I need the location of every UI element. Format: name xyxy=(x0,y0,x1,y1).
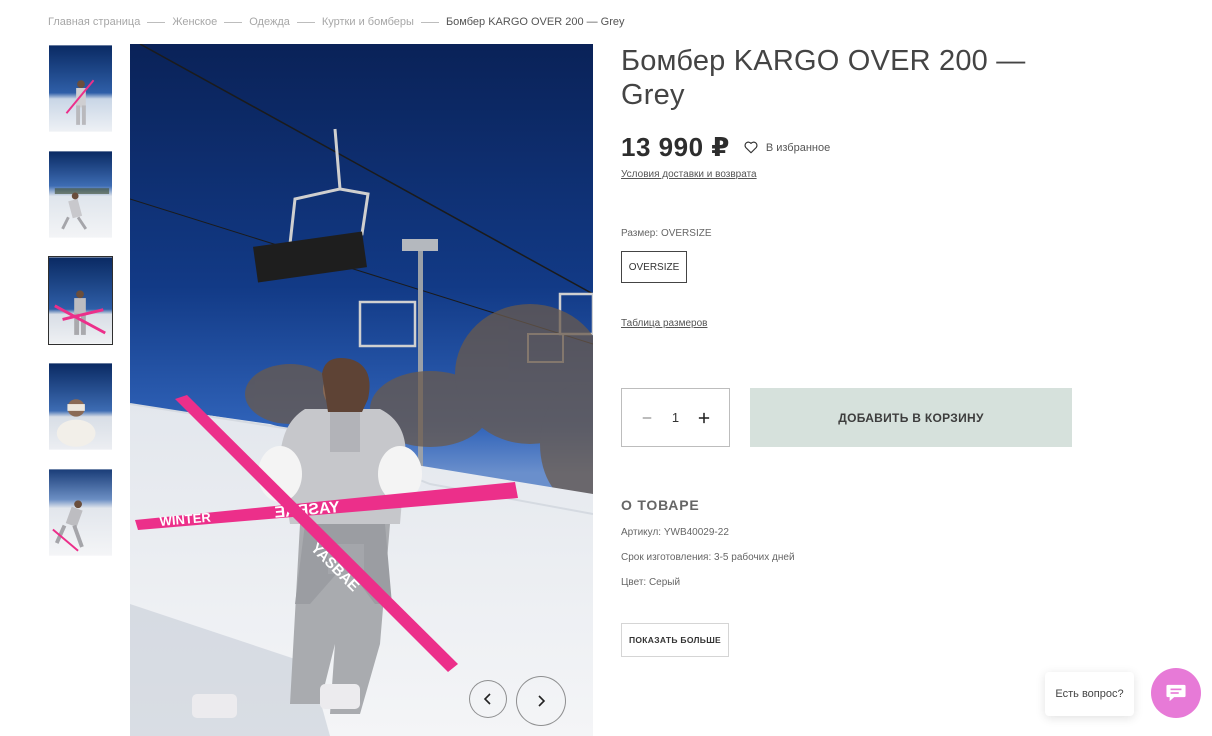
price-row: 13 990 ₽ В избранное xyxy=(621,132,1073,163)
chevron-left-icon xyxy=(483,693,491,705)
gallery-next-button[interactable] xyxy=(516,676,566,726)
thumbnail-1[interactable] xyxy=(48,44,113,133)
thumbnail-5[interactable] xyxy=(48,468,113,557)
product-price: 13 990 ₽ xyxy=(621,132,730,162)
breadcrumb-separator xyxy=(224,21,243,23)
breadcrumb: Главная страница Женское Одежда Куртки и… xyxy=(48,16,625,28)
thumbnail-photo-5 xyxy=(49,469,112,556)
breadcrumb-separator xyxy=(147,21,166,23)
size-caption-value: OVERSIZE xyxy=(660,228,712,239)
product-sku: Артикул: YWB40029-22 xyxy=(621,527,729,538)
favorites-label: В избранное xyxy=(765,141,831,154)
product-title: Бомбер KARGO OVER 200 — Grey xyxy=(621,45,1026,111)
cart-controls: 1 ДОБАВИТЬ В КОРЗИНУ xyxy=(621,388,1072,447)
thumbnail-4[interactable] xyxy=(48,362,113,451)
minus-icon xyxy=(642,416,652,419)
product-photo-scene: YASBAE WINTER YASBAE xyxy=(130,44,593,736)
about-title: О ТОВАРЕ xyxy=(621,497,700,513)
delivery-terms-link[interactable]: Условия доставки и возврата xyxy=(621,169,757,180)
breadcrumb-women[interactable]: Женское xyxy=(172,16,217,28)
thumbnail-2[interactable] xyxy=(48,150,113,239)
chat-icon xyxy=(1166,684,1186,702)
breadcrumb-current: Бомбер KARGO OVER 200 — Grey xyxy=(445,16,625,28)
thumbnail-photo-4 xyxy=(49,363,112,450)
thumbnail-photo-3 xyxy=(49,257,112,344)
size-table-link[interactable]: Таблица размеров xyxy=(621,318,707,329)
thumbnail-list xyxy=(48,44,114,574)
add-to-cart-button[interactable]: ДОБАВИТЬ В КОРЗИНУ xyxy=(750,388,1072,447)
add-to-favorites-button[interactable]: В избранное xyxy=(744,141,830,154)
size-option-oversize[interactable]: OVERSIZE xyxy=(621,251,687,283)
quantity-stepper: 1 xyxy=(621,388,730,447)
thumbnail-3[interactable] xyxy=(48,256,113,345)
quantity-value[interactable]: 1 xyxy=(672,410,679,425)
breadcrumb-jackets[interactable]: Куртки и бомберы xyxy=(322,16,414,28)
gallery-prev-button[interactable] xyxy=(469,680,507,718)
size-caption: Размер: OVERSIZE xyxy=(621,228,1073,239)
chat-prompt-bubble[interactable]: Есть вопрос? xyxy=(1045,672,1134,716)
quantity-increase-button[interactable] xyxy=(697,408,711,428)
product-main-photo[interactable]: YASBAE WINTER YASBAE xyxy=(130,44,593,736)
breadcrumb-separator xyxy=(420,21,439,23)
product-info: Бомбер KARGO OVER 200 — Grey 13 990 ₽ В … xyxy=(621,44,1073,331)
product-color: Цвет: Серый xyxy=(621,577,681,588)
show-more-button[interactable]: ПОКАЗАТЬ БОЛЬШЕ xyxy=(621,623,729,657)
heart-icon xyxy=(744,141,758,154)
chevron-right-icon xyxy=(538,695,546,707)
thumbnail-photo-2 xyxy=(49,151,112,238)
breadcrumb-home[interactable]: Главная страница xyxy=(48,16,140,28)
chat-button[interactable] xyxy=(1151,668,1201,718)
breadcrumb-separator xyxy=(296,21,315,23)
about-product: О ТОВАРЕ Артикул: YWB40029-22 Срок изгот… xyxy=(621,497,1021,657)
production-time: Срок изготовления: 3-5 рабочих дней xyxy=(621,552,795,563)
plus-icon xyxy=(698,412,710,423)
breadcrumb-clothing[interactable]: Одежда xyxy=(249,16,290,28)
size-caption-label: Размер: xyxy=(621,228,659,239)
quantity-decrease-button[interactable] xyxy=(640,408,654,428)
thumbnail-photo-1 xyxy=(49,45,112,132)
